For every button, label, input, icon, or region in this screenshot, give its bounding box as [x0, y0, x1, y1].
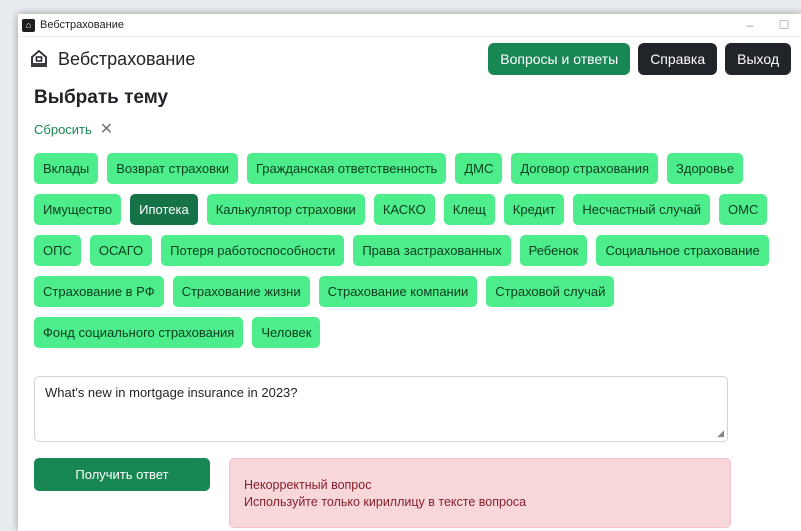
topic-tag[interactable]: Здоровье: [667, 153, 744, 184]
reset-link[interactable]: Сбросить ✕: [34, 119, 785, 139]
error-title: Некорректный вопрос: [244, 478, 372, 492]
help-button[interactable]: Справка: [638, 43, 718, 75]
question-text: What's new in mortgage insurance in 2023…: [45, 385, 298, 400]
topic-tag[interactable]: ДМС: [455, 153, 503, 184]
topic-tag[interactable]: Права застрахованных: [353, 235, 511, 266]
topic-tag[interactable]: Фонд социального страхования: [34, 317, 244, 348]
maximize-icon[interactable]: ☐: [767, 14, 801, 36]
resize-handle-icon[interactable]: ◢: [717, 428, 724, 439]
topic-tag[interactable]: Социальное страхование: [596, 235, 769, 266]
reset-label: Сбросить: [34, 121, 92, 137]
topic-tag[interactable]: Человек: [252, 317, 321, 348]
topic-list: Вклады Возврат страховки Гражданская ответ…: [34, 153, 769, 348]
app-header: Вебстрахование Вопросы и ответы Справка …: [18, 37, 801, 81]
error-message: Используйте только кириллицу в тексте во…: [244, 495, 527, 509]
topic-tag[interactable]: ОПС: [34, 235, 81, 266]
topic-tag[interactable]: Клещ: [443, 194, 495, 225]
header-nav: Вопросы и ответы Справка Выход: [488, 43, 791, 75]
close-icon[interactable]: ✕: [100, 119, 113, 139]
topic-tag[interactable]: Возврат страховки: [107, 153, 238, 184]
error-alert: Некорректный вопрос Используйте только к…: [229, 458, 731, 528]
topic-tag[interactable]: Кредит: [503, 194, 565, 225]
app-window: ⌂ Вебстрахование – ☐ Вебстрахование Вопр…: [18, 14, 801, 531]
bottom-row: Получить ответ Некорректный вопрос Испол…: [34, 458, 785, 528]
window-title: Вебстрахование: [40, 19, 124, 31]
topic-tag[interactable]: Гражданская ответственность: [246, 153, 447, 184]
topic-tag[interactable]: КАСКО: [373, 194, 435, 225]
main-content: Выбрать тему Сбросить ✕ Вклады Возврат ст…: [18, 87, 801, 528]
topic-tag[interactable]: Имущество: [34, 194, 122, 225]
topic-tag[interactable]: Ипотека: [130, 194, 198, 225]
topic-tag[interactable]: Потеря работоспособности: [161, 235, 345, 266]
logout-button[interactable]: Выход: [725, 43, 791, 75]
topic-tag[interactable]: Страхование жизни: [172, 276, 310, 307]
topic-tag[interactable]: Страховой случай: [486, 276, 615, 307]
topic-tag[interactable]: Страхование компании: [318, 276, 478, 307]
topic-tag[interactable]: Ребенок: [519, 235, 588, 266]
get-answer-button[interactable]: Получить ответ: [34, 458, 210, 491]
question-textarea[interactable]: What's new in mortgage insurance in 2023…: [34, 376, 728, 442]
house-shield-icon: [28, 48, 50, 70]
topic-tag[interactable]: Договор страхования: [511, 153, 659, 184]
minimize-icon[interactable]: –: [733, 14, 767, 36]
topic-tag[interactable]: Страхование в РФ: [34, 276, 164, 307]
brand[interactable]: Вебстрахование: [28, 48, 195, 70]
window-controls: – ☐: [733, 14, 801, 36]
app-icon: ⌂: [22, 18, 35, 32]
topic-tag[interactable]: ОСАГО: [89, 235, 153, 266]
page-title: Выбрать тему: [34, 87, 169, 108]
topic-tag[interactable]: Вклады: [34, 153, 99, 184]
brand-name: Вебстрахование: [58, 48, 196, 69]
title-bar: ⌂ Вебстрахование – ☐: [18, 14, 801, 37]
faq-button[interactable]: Вопросы и ответы: [488, 43, 631, 75]
topic-tag[interactable]: Калькулятор страховки: [206, 194, 365, 225]
topic-tag[interactable]: ОМС: [719, 194, 768, 225]
topic-tag[interactable]: Несчастный случай: [573, 194, 711, 225]
